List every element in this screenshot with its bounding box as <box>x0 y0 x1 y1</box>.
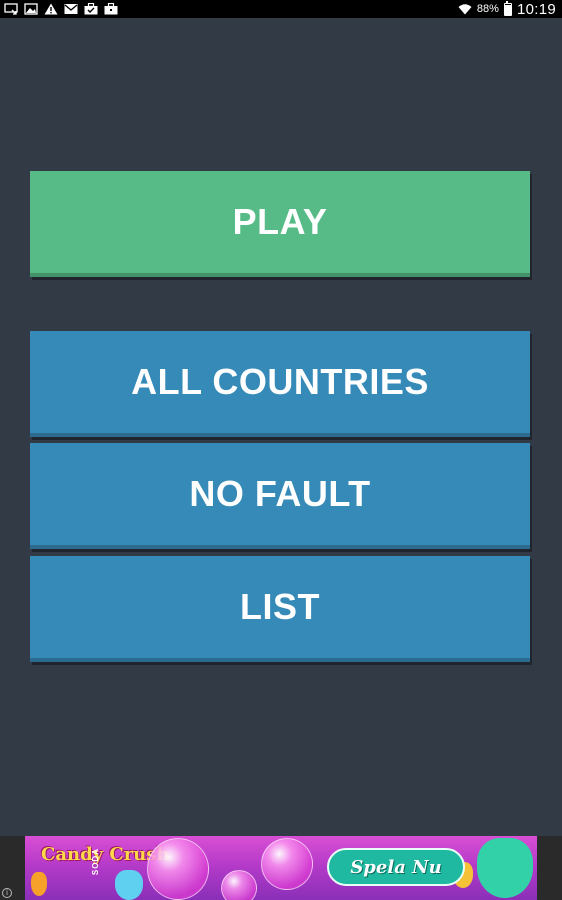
ad-bubble-graphic <box>221 870 257 900</box>
notification-icons <box>4 3 118 15</box>
ad-candy-graphic <box>115 870 143 900</box>
battery-icon <box>503 0 512 16</box>
all-countries-button[interactable]: ALL COUNTRIES <box>30 331 530 437</box>
warning-icon <box>44 3 58 15</box>
ad-cta-button[interactable]: Spela Nu <box>327 848 465 886</box>
ad-info-icon[interactable]: i <box>2 888 12 898</box>
play-button[interactable]: PLAY <box>30 171 530 277</box>
no-fault-button[interactable]: NO FAULT <box>30 443 530 549</box>
ad-bubble-graphic <box>147 838 209 900</box>
list-button[interactable]: LIST <box>30 556 530 662</box>
ad-bar: i Candy Crush SODA Spela Nu <box>0 836 562 900</box>
ad-logo-sub: SODA <box>91 848 100 876</box>
wifi-icon <box>458 3 472 15</box>
briefcase-check-icon <box>84 3 98 15</box>
status-bar: 88% 10:19 <box>0 0 562 18</box>
battery-percent: 88% <box>476 3 499 15</box>
image-icon <box>24 3 38 15</box>
briefcase-icon <box>104 3 118 15</box>
ad-candy-graphic <box>477 838 533 898</box>
all-countries-label: ALL COUNTRIES <box>131 361 429 402</box>
no-fault-label: NO FAULT <box>189 473 371 514</box>
ad-candy-graphic <box>31 872 47 896</box>
clock: 10:19 <box>516 0 556 18</box>
cast-icon <box>4 3 18 15</box>
mail-icon <box>64 3 78 15</box>
ad-banner[interactable]: Candy Crush SODA Spela Nu <box>25 836 537 900</box>
list-label: LIST <box>240 586 320 627</box>
play-button-label: PLAY <box>232 201 328 242</box>
system-status: 88% 10:19 <box>458 0 556 18</box>
ad-bubble-graphic <box>261 838 313 890</box>
